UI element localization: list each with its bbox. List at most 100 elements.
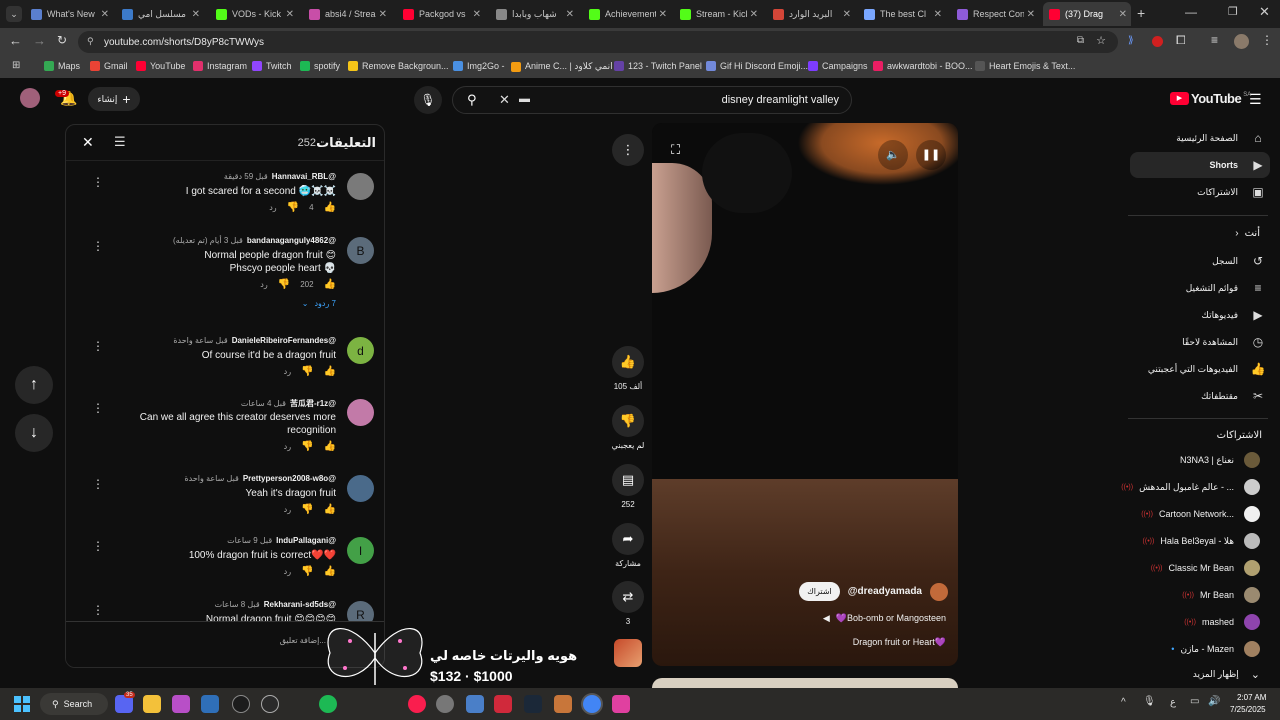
guide-item[interactable]: الصفحة الرئيسية ⌂ [1126,125,1266,151]
comment-time[interactable]: قبل 3 أيام (تم تعديله) [173,236,243,245]
browser-tab[interactable]: البريد الوارد ✕ [767,2,855,26]
channel-name[interactable]: @dreadyamada [848,586,922,597]
reply-button[interactable]: رد [284,442,291,451]
dislike-comment-icon[interactable]: 👎 [287,202,299,213]
comment-avatar[interactable] [347,173,374,200]
install-icon[interactable]: ⧉ [1077,35,1084,46]
guide-item[interactable]: السجل ↺ [1126,248,1266,274]
tab-close-icon[interactable]: ✕ [750,9,758,20]
comment-avatar[interactable]: I [347,537,374,564]
close-comments-icon[interactable]: ✕ [82,134,94,151]
dislike-comment-icon[interactable]: 👎 [301,441,313,452]
browser-tab[interactable]: Achievements✕ [583,2,671,26]
tab-close-icon[interactable]: ✕ [1119,9,1127,20]
bookmark-item[interactable]: Anime C... | انمي كلاود [511,61,613,72]
tab-close-icon[interactable]: ✕ [566,9,574,20]
bookmark-item[interactable]: spotify [300,61,340,71]
like-comment-icon[interactable]: 👍 [324,566,336,577]
bookmark-item[interactable]: Maps [44,61,80,71]
apps-grid-icon[interactable]: ⊞ [12,60,20,71]
volume-icon[interactable]: 🔈 [878,140,908,170]
more-actions-icon[interactable]: ⋮ [612,134,644,166]
remix-button-icon[interactable]: ⇄ [612,581,644,613]
bookmark-item[interactable]: Gif Hi Discord Emoji... [706,61,808,71]
like-comment-icon[interactable]: 👍 [324,279,336,290]
guide-item[interactable]: المشاهدة لاحقًا ◷ [1126,329,1266,355]
account-avatar[interactable] [20,88,40,108]
app-red-icon[interactable] [494,695,512,713]
like-comment-icon[interactable]: 👍 [324,441,336,452]
short-video-player[interactable]: ⛶ 🔈 ❚❚ اشتراك @dreadyamada ◀ 💜Bob-omb or… [652,123,958,666]
clock-date[interactable]: 7/25/2025 [1230,705,1266,714]
keyboard-icon[interactable]: ▬ [519,93,530,105]
app-pink-icon[interactable] [612,695,630,713]
subscription-item[interactable]: ((•)) Hala Bel3eyal - هلا [1110,528,1260,554]
media-controls-icon[interactable]: ≡ [1211,33,1218,47]
tab-close-icon[interactable]: ✕ [843,9,851,20]
show-more-button[interactable]: إظهار المزيد ⌄ [1110,661,1260,687]
bookmark-item[interactable]: Instagram [193,61,247,71]
reply-button[interactable]: رد [269,203,276,212]
bookmark-item[interactable]: YouTube [136,61,185,71]
reply-button[interactable]: رد [284,367,291,376]
steam-icon[interactable] [524,695,542,713]
fullscreen-icon[interactable]: ⛶ [671,142,680,158]
tab-search-icon[interactable]: ⌄ [6,6,22,22]
reply-button[interactable]: رد [260,280,267,289]
comment-avatar[interactable] [347,475,374,502]
browser-tab[interactable]: VODs - Kick ✕ [210,2,298,26]
bookmark-item[interactable]: 123 - Twitch Panel [614,61,702,71]
browser-tab[interactable]: What's New ✕ [25,2,113,26]
photos-icon[interactable] [201,695,219,713]
comment-menu-icon[interactable]: ⋮ [92,604,104,616]
share-button-icon[interactable]: ➦ [612,523,644,555]
guide-item[interactable]: الاشتراكات ▣ [1126,179,1266,205]
tab-close-icon[interactable]: ✕ [101,9,109,20]
guide-item[interactable]: فيديوهاتك ▶ [1126,302,1266,328]
you-section-header[interactable]: › أنت [1235,228,1260,239]
browser-tab[interactable]: Stream - Kick ✕ [674,2,762,26]
opera-gx-icon[interactable] [408,695,426,713]
guide-item[interactable]: قوائم التشغيل ≡ [1126,275,1266,301]
guide-item[interactable]: مقتطفاتك ✂ [1126,383,1266,409]
dislike-comment-icon[interactable]: 👎 [301,504,313,515]
next-short-button[interactable]: ↓ [15,414,53,452]
subscription-item[interactable]: ((•)) mashed [1110,609,1260,635]
comment-menu-icon[interactable]: ⋮ [92,176,104,188]
comment-avatar[interactable] [347,399,374,426]
bookmark-star-icon[interactable]: ☆ [1096,34,1106,47]
comment-menu-icon[interactable]: ⋮ [92,540,104,552]
back-icon[interactable]: ← [9,33,22,48]
bookmark-item[interactable]: Gmail [90,61,128,71]
tab-close-icon[interactable]: ✕ [192,9,200,20]
spotify-icon[interactable] [319,695,337,713]
subscription-item[interactable]: N3NA3 | نعناع [1110,447,1260,473]
address-bar[interactable]: ⚲ youtube.com/shorts/D8yP8cTWWys ⧉ ☆ [78,31,1118,53]
comment-time[interactable]: قبل ساعة واحدة [173,336,227,345]
subscription-item[interactable]: ((•)) Cartoon Network... [1110,501,1260,527]
subscription-item[interactable]: • مازن - Mazen [1110,636,1260,662]
tray-volume-icon[interactable]: 🔊 [1208,696,1220,707]
browser-tab[interactable]: Respect Con ✕ [951,2,1039,26]
subscribe-button[interactable]: اشتراك [799,582,840,601]
reply-button[interactable]: رد [284,567,291,576]
xbox-icon[interactable] [232,695,250,713]
tray-network-icon[interactable]: ▭ [1190,696,1199,707]
reload-icon[interactable]: ↻ [57,33,67,47]
comment-time[interactable]: قبل 4 ساعات [241,399,286,408]
comment-avatar[interactable]: B [347,237,374,264]
dislike-button-icon[interactable]: 👎 [612,405,644,437]
forward-icon[interactable]: → [33,33,46,48]
create-button[interactable]: إنشاء + [88,87,140,111]
taskbar-search[interactable]: ⚲ Search [40,693,108,715]
site-info-icon[interactable]: ⚲ [87,36,94,47]
youtube-logo[interactable]: ▶ YouTube SA [1170,91,1251,106]
tray-chevron-icon[interactable]: ^ [1121,697,1126,708]
new-tab-icon[interactable]: + [1137,5,1145,21]
comment-author[interactable]: @Hannavai_RBL [272,172,336,181]
file-explorer-icon[interactable] [143,695,161,713]
extension-red-icon[interactable] [1152,36,1163,47]
comment-author[interactable]: @Prettyperson2008-w8o [243,474,336,483]
dislike-comment-icon[interactable]: 👎 [278,279,290,290]
view-replies-button[interactable]: 7 ردود ⌄ [302,299,336,308]
